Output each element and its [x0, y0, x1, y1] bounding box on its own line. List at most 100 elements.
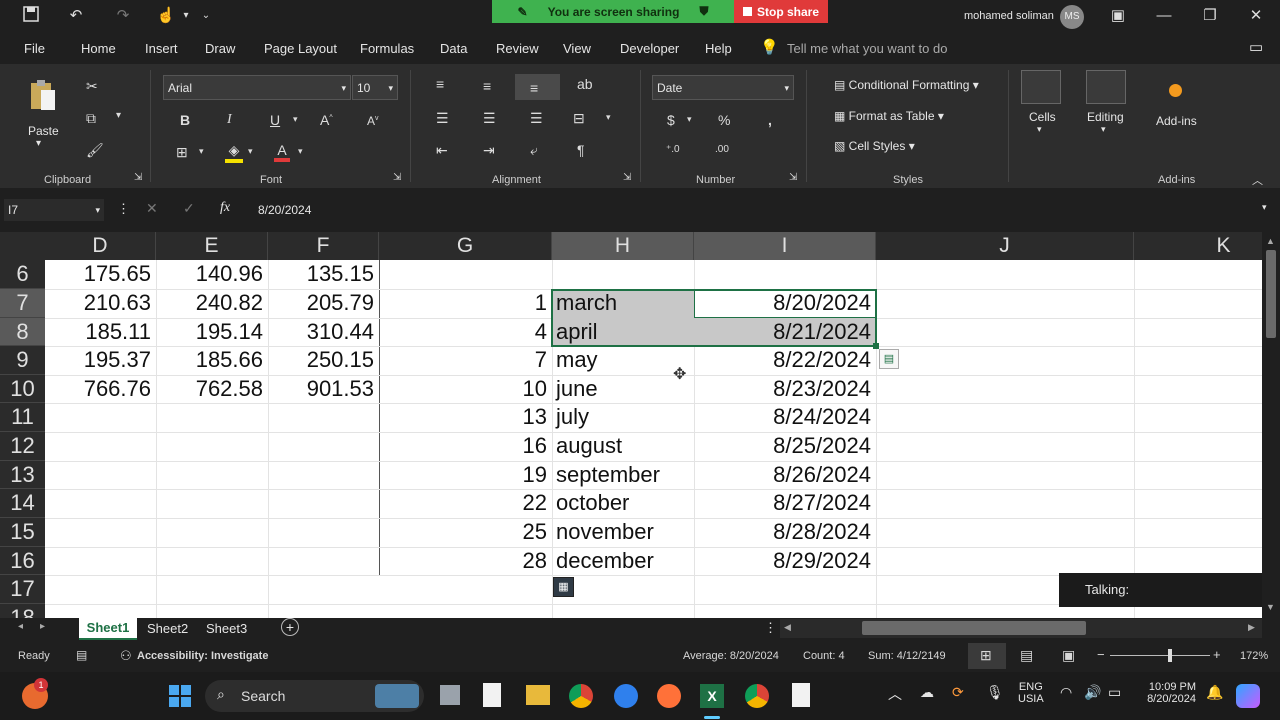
increase-indent-icon[interactable]: ⇥ [483, 142, 495, 159]
vertical-scrollbar[interactable]: ▲ ▼ [1262, 232, 1280, 618]
tab-view[interactable]: View [563, 41, 591, 56]
prev-sheet-icon[interactable]: ◂ [18, 621, 23, 632]
tab-draw[interactable]: Draw [205, 41, 235, 56]
cell[interactable]: 250.15 [268, 346, 379, 374]
cell[interactable]: 19 [379, 461, 552, 489]
paste-button[interactable]: Paste [28, 124, 59, 138]
cells-button[interactable]: Cells [1029, 110, 1056, 124]
merge-center-icon[interactable]: ⊟ [573, 110, 585, 127]
tab-sheet3[interactable]: Sheet3 [206, 621, 247, 636]
copy-chevron-icon[interactable]: ▾ [116, 110, 121, 121]
align-left-icon[interactable]: ☰ [436, 110, 449, 127]
add-sheet-icon[interactable]: + [281, 618, 299, 636]
clock[interactable]: 10:09 PM 8/20/2024 [1140, 681, 1196, 705]
cell[interactable]: 16 [379, 432, 552, 460]
row-header[interactable]: 7 [0, 289, 45, 318]
search-icon[interactable] [1086, 70, 1126, 104]
addins-button[interactable]: Add-ins [1156, 114, 1197, 128]
avatar[interactable]: MS [1060, 5, 1084, 29]
decrease-indent-icon[interactable]: ⇤ [436, 142, 448, 159]
cell[interactable]: 185.66 [156, 346, 268, 374]
insert-function-icon[interactable]: fx [220, 200, 230, 216]
zoom-slider[interactable] [1110, 655, 1210, 656]
font-size-select[interactable]: 10 ▾ [352, 75, 398, 100]
tab-developer[interactable]: Developer [620, 41, 679, 56]
windows-start-icon[interactable] [168, 684, 192, 708]
format-as-table-button[interactable]: ▦ Format as Table ▾ [834, 109, 944, 123]
clipboard-launcher-icon[interactable]: ⇲ [134, 172, 142, 183]
column-header-h[interactable]: H [552, 232, 694, 260]
number-format-select[interactable]: Date ▾ [652, 75, 794, 100]
cancel-icon[interactable]: ✕ [146, 200, 158, 217]
battery-icon[interactable]: ▭ [1108, 684, 1121, 701]
language-indicator[interactable]: ENG USIA [1018, 681, 1044, 705]
cell[interactable]: 135.15 [268, 260, 379, 288]
ribbon-display-icon[interactable]: ▣ [1107, 6, 1129, 26]
cell[interactable]: 766.76 [45, 375, 156, 403]
cell[interactable]: 185.11 [45, 318, 156, 346]
paste-chevron-icon[interactable]: ▾ [36, 138, 41, 149]
cell[interactable]: october [552, 489, 694, 517]
customize-toolbar-icon[interactable]: ⌄ [195, 6, 217, 26]
task-view-icon[interactable] [440, 685, 460, 705]
tell-me-search[interactable]: Tell me what you want to do [787, 41, 947, 56]
microphone-icon[interactable]: 🎙 [986, 684, 1004, 701]
paste-icon[interactable] [28, 78, 58, 112]
tab-page-layout[interactable]: Page Layout [264, 41, 337, 56]
search-input[interactable]: ⌕ Search [205, 680, 424, 712]
row-header[interactable]: 8 [0, 318, 45, 346]
cell[interactable]: 13 [379, 403, 552, 431]
copy-icon[interactable]: ⧉ [86, 110, 96, 127]
align-center-icon[interactable]: ☰ [483, 110, 496, 127]
cell[interactable]: 8/23/2024 [694, 375, 876, 403]
file-explorer-icon[interactable] [526, 685, 550, 705]
percent-icon[interactable]: % [718, 112, 730, 128]
borders-icon[interactable]: ⊞ [176, 144, 188, 161]
decrease-decimal-icon[interactable]: .00 [715, 144, 729, 155]
cell[interactable]: march [552, 289, 694, 317]
column-header-d[interactable]: D [45, 232, 156, 260]
volume-icon[interactable]: 🔊 [1084, 684, 1101, 701]
expand-formula-icon[interactable]: ▾ [1262, 202, 1267, 213]
notifications-icon[interactable]: 🔔 [1206, 684, 1223, 701]
row-header[interactable]: 16 [0, 547, 45, 575]
column-header-i[interactable]: I [694, 232, 876, 260]
cell-styles-button[interactable]: ▧ Cell Styles ▾ [834, 139, 915, 153]
paragraph-direction-icon[interactable]: ¶ [577, 142, 585, 158]
comma-style-icon[interactable]: , [768, 112, 772, 128]
fill-color-icon[interactable]: ◈ [225, 142, 243, 163]
tab-sheet1[interactable]: Sheet1 [79, 618, 137, 640]
underline-chevron-icon[interactable]: ▾ [293, 114, 298, 125]
page-break-icon[interactable]: ▣ [1062, 647, 1075, 664]
formula-input[interactable]: 8/20/2024 [250, 199, 1260, 221]
chrome-icon[interactable] [569, 684, 593, 708]
cell[interactable]: 1 [379, 289, 552, 317]
column-header-e[interactable]: E [156, 232, 268, 260]
tab-sheet2[interactable]: Sheet2 [147, 621, 188, 636]
document-icon[interactable] [483, 683, 501, 707]
page-layout-icon[interactable]: ▤ [1020, 647, 1033, 664]
spreadsheet-grid[interactable]: D E F G H I J K 6 7 8 9 10 11 12 13 14 1… [0, 232, 1262, 618]
cell[interactable]: 140.96 [156, 260, 268, 288]
redo-icon[interactable]: ↷ [112, 6, 134, 26]
font-launcher-icon[interactable]: ⇲ [393, 172, 401, 183]
excel-icon[interactable]: X [700, 684, 724, 708]
firefox-icon[interactable] [657, 684, 681, 708]
row-header[interactable]: 17 [0, 575, 45, 604]
align-right-icon[interactable]: ☰ [530, 110, 543, 127]
enter-icon[interactable]: ✓ [183, 200, 195, 217]
row-header[interactable]: 6 [0, 260, 45, 289]
cell[interactable]: 762.58 [156, 375, 268, 403]
scroll-left-icon[interactable]: ◀ [784, 622, 791, 633]
zoom-in-icon[interactable]: + [1213, 647, 1221, 662]
decrease-font-icon[interactable]: Av [367, 114, 379, 128]
network-alert-icon[interactable]: ☁ [920, 684, 934, 701]
cell[interactable]: 195.37 [45, 346, 156, 374]
row-header[interactable]: 10 [0, 375, 45, 403]
comments-icon[interactable]: ▭ [1249, 38, 1263, 56]
scroll-right-icon[interactable]: ▶ [1248, 622, 1255, 633]
conditional-formatting-button[interactable]: ▤ Conditional Formatting ▾ [834, 78, 979, 92]
tab-insert[interactable]: Insert [145, 41, 178, 56]
horizontal-scroll-thumb[interactable] [862, 621, 1086, 635]
fill-color-chevron-icon[interactable]: ▾ [248, 146, 253, 157]
